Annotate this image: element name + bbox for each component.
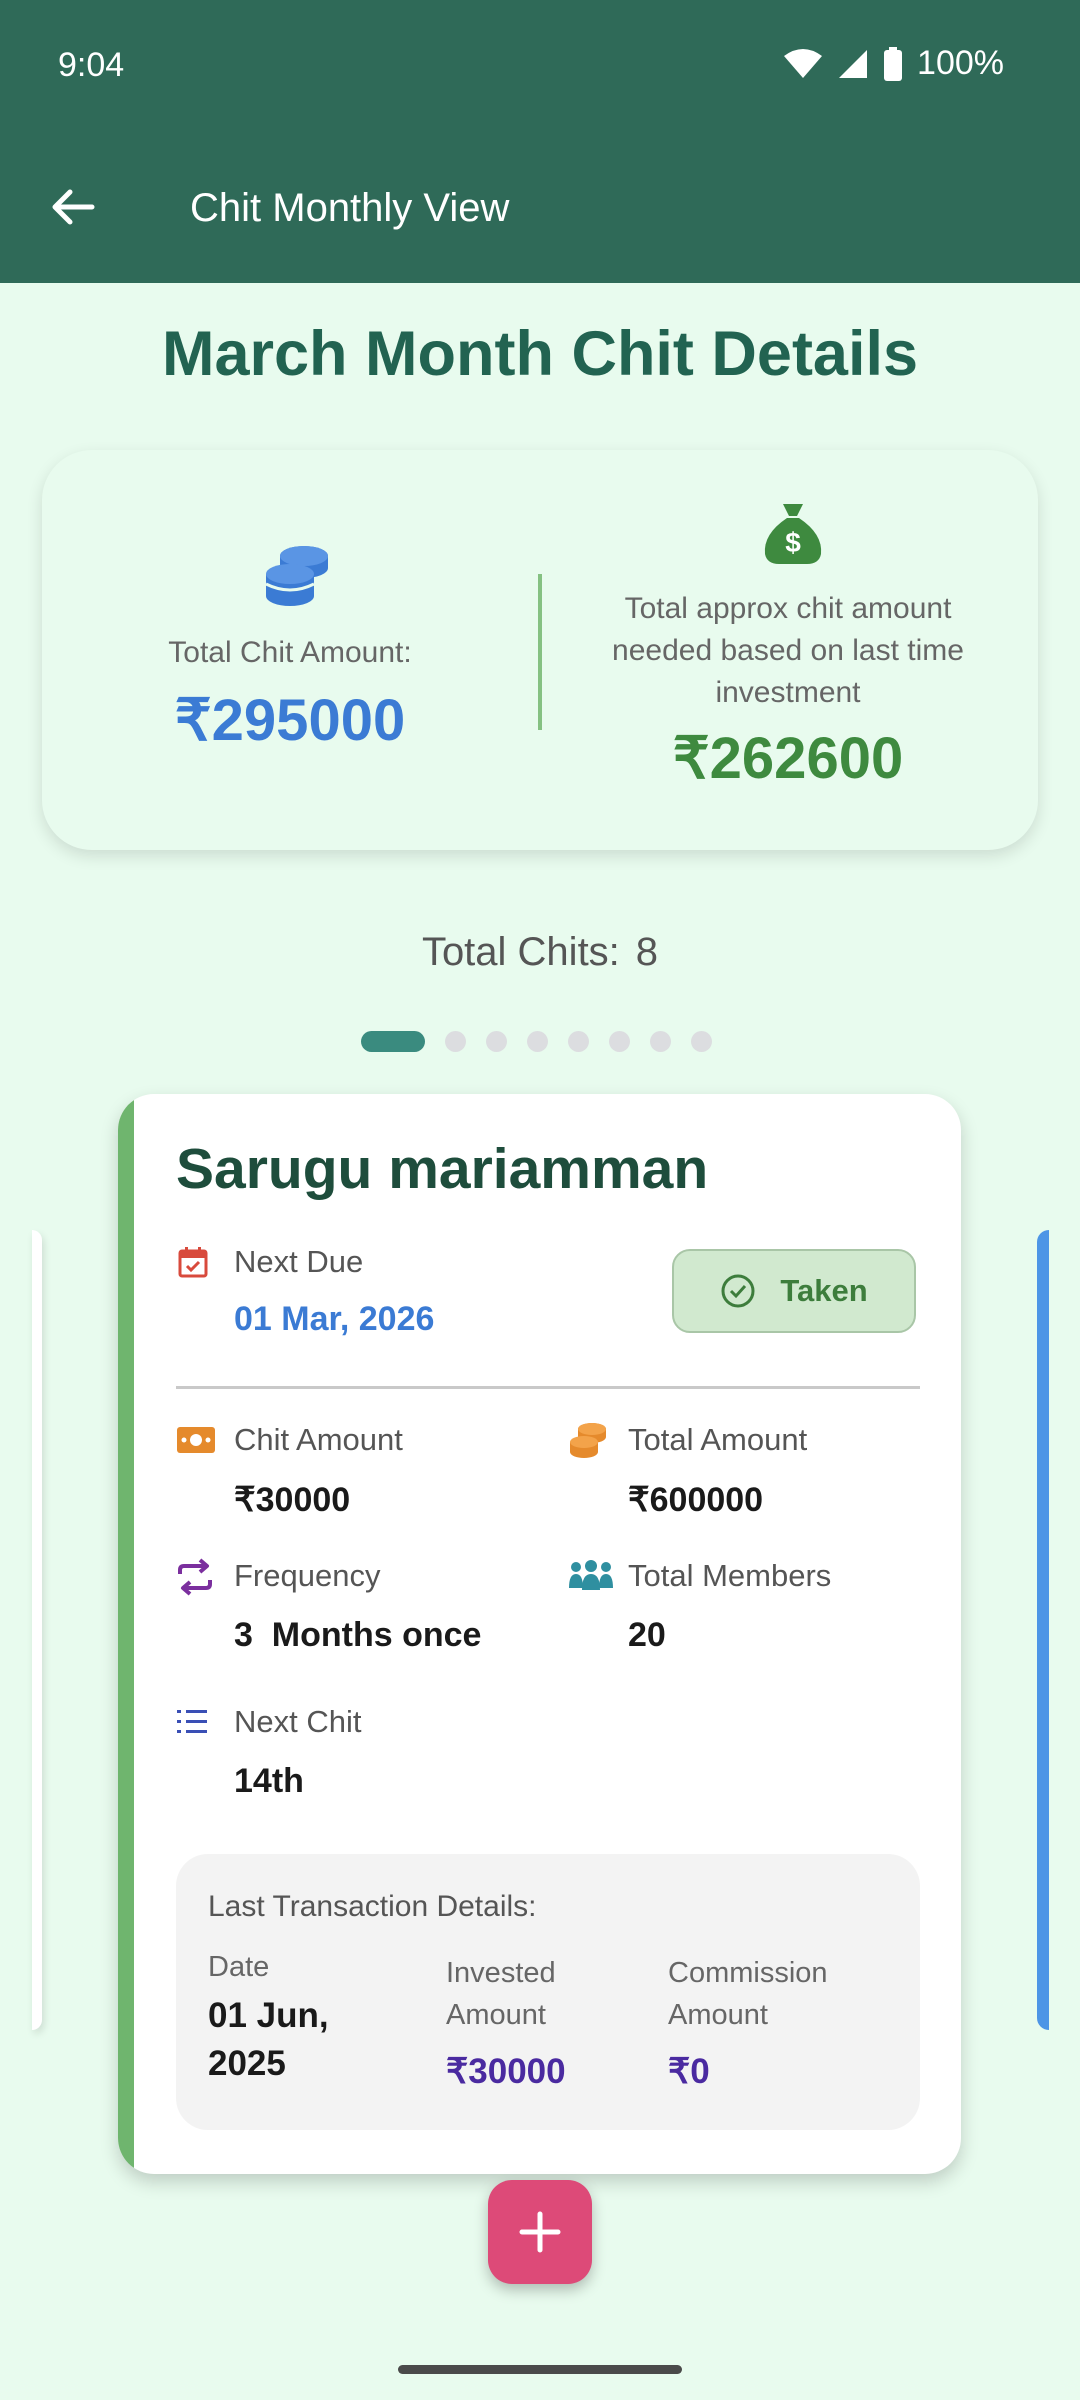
chit-card[interactable]: Sarugu mariamman Next Due 01 Mar, 2026 T…	[118, 1094, 961, 2174]
txn-date-label: Date	[208, 1951, 270, 1983]
txn-commission-label-line2: Amount	[668, 1999, 768, 2031]
status-icons: 100%	[783, 44, 1004, 83]
card-accent	[118, 1094, 134, 2174]
cash-icon	[177, 1427, 215, 1453]
total-chits-label: Total Chits:	[421, 930, 620, 974]
page-dot[interactable]	[650, 1030, 671, 1052]
page-indicator	[361, 1030, 712, 1052]
total-members-label: Total Members	[628, 1558, 832, 1593]
coins-stack-icon	[570, 1423, 606, 1458]
total-amount-label: Total Amount	[628, 1422, 808, 1457]
home-indicator[interactable]	[398, 2365, 682, 2374]
back-button[interactable]	[48, 182, 98, 232]
total-chit-amount-section: Total Chit Amount: ₹295000	[42, 450, 538, 850]
svg-text:$: $	[785, 527, 801, 558]
summary-card: Total Chit Amount: ₹295000 $ Total appro…	[42, 450, 1038, 850]
card-divider	[176, 1386, 920, 1389]
approx-amount-label: Total approx chit amount needed based on…	[612, 592, 964, 709]
coins-icon	[265, 546, 328, 606]
txn-commission-label-line1: Commission	[668, 1957, 828, 1989]
page-title: March Month Chit Details	[161, 319, 919, 389]
plus-icon	[519, 2211, 561, 2253]
total-chit-amount-value: ₹295000	[174, 688, 406, 753]
chit-amount-value: ₹30000	[234, 1481, 351, 1519]
repeat-icon	[178, 1558, 212, 1596]
txn-invested-label-line1: Invested	[446, 1957, 556, 1989]
taken-status-label: Taken	[780, 1273, 868, 1308]
total-chits-value: 8	[635, 930, 659, 974]
app-bar: 9:04 100% Chit Monthly View	[0, 0, 1080, 283]
previous-chit-card[interactable]	[32, 1230, 42, 2030]
next-chit-card[interactable]	[1037, 1230, 1049, 2030]
txn-invested-value: ₹30000	[446, 2052, 566, 2091]
group-icon	[569, 1560, 613, 1590]
page-dot[interactable]	[527, 1030, 548, 1052]
status-time: 9:04	[58, 46, 125, 84]
frequency-value: 3 Months once	[234, 1616, 482, 1654]
page-dot[interactable]	[445, 1030, 466, 1052]
list-icon	[177, 1710, 207, 1733]
page-dot[interactable]	[609, 1030, 630, 1052]
next-due-label: Next Due	[234, 1244, 364, 1279]
txn-date-line1: 01 Jun,	[208, 1996, 329, 2035]
check-circle-icon	[721, 1274, 755, 1308]
approx-amount-section: $ Total approx chit amount needed based …	[538, 450, 1038, 850]
taken-status-button[interactable]: Taken	[672, 1249, 916, 1333]
approx-amount-value: ₹262600	[672, 726, 904, 791]
calendar-icon	[178, 1247, 208, 1278]
txn-commission-value: ₹0	[668, 2052, 710, 2091]
page-dot-active[interactable]	[361, 1030, 425, 1052]
money-bag-icon: $	[764, 504, 822, 564]
battery-percent: 100%	[917, 44, 1004, 82]
total-chits: Total Chits: 8	[0, 930, 1080, 975]
page-dot[interactable]	[568, 1030, 589, 1052]
txn-date-value: 01 Jun, 2025	[208, 1992, 329, 2088]
chit-amount-label: Chit Amount	[234, 1422, 403, 1457]
app-bar-title: Chit Monthly View	[190, 186, 510, 230]
next-chit-label: Next Chit	[234, 1704, 362, 1739]
chit-name: Sarugu mariamman	[176, 1137, 709, 1201]
add-chit-button[interactable]	[488, 2180, 592, 2284]
battery-icon	[884, 46, 903, 81]
txn-invested-label: Invested Amount	[446, 1952, 556, 2036]
signal-icon	[839, 49, 868, 78]
last-transaction-panel: Last Transaction Details: Date 01 Jun, 2…	[176, 1854, 920, 2130]
page-dot[interactable]	[486, 1030, 507, 1052]
txn-date-line2: 2025	[208, 2044, 286, 2083]
total-amount-value: ₹600000	[628, 1481, 764, 1519]
next-due-value: 01 Mar, 2026	[234, 1300, 435, 1338]
txn-commission-label: Commission Amount	[668, 1952, 828, 2036]
next-chit-value: 14th	[234, 1762, 304, 1800]
txn-invested-label-line2: Amount	[446, 1999, 546, 2031]
frequency-label: Frequency	[234, 1558, 381, 1593]
total-chit-amount-label: Total Chit Amount:	[168, 636, 412, 669]
page-dot[interactable]	[691, 1030, 712, 1052]
last-transaction-title: Last Transaction Details:	[208, 1890, 537, 1923]
total-members-value: 20	[628, 1616, 666, 1654]
wifi-icon	[784, 48, 823, 78]
